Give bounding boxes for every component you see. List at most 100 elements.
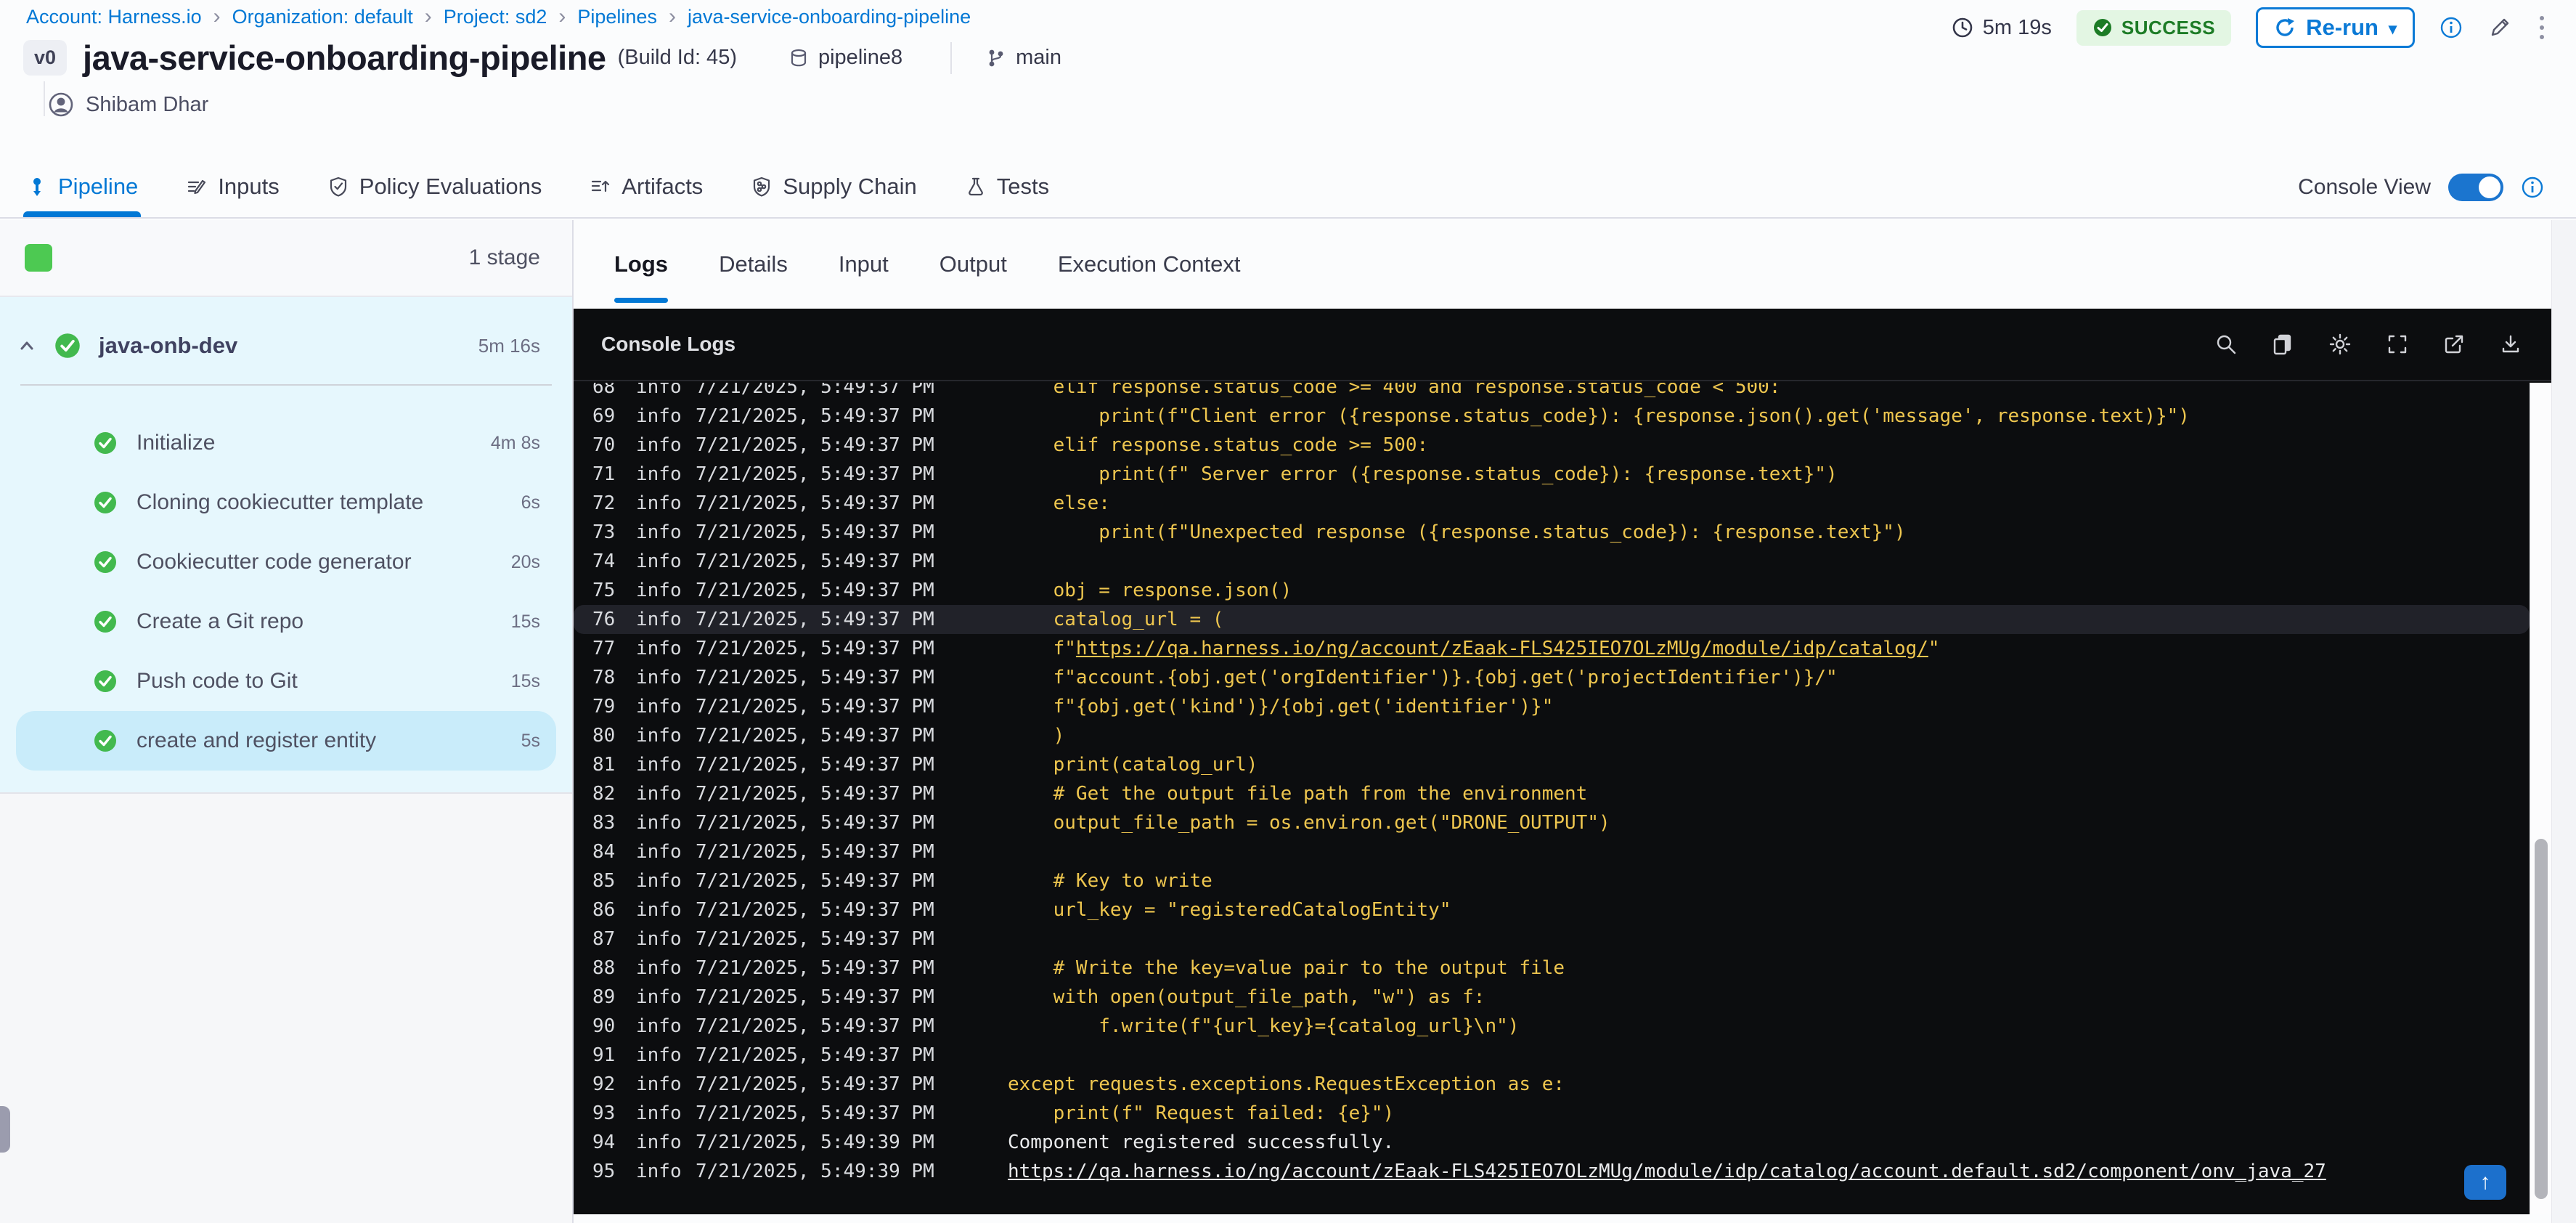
triggered-by: Shibam Dhar xyxy=(48,92,208,118)
console-scrollbar-thumb[interactable] xyxy=(2535,839,2548,1199)
breadcrumb-separator: › xyxy=(213,4,221,28)
duration-label: 5m 19s xyxy=(1982,15,2052,39)
breadcrumb-link[interactable]: Project: sd2 xyxy=(444,6,547,28)
log-message: Component registered successfully. xyxy=(1008,1131,1395,1153)
stage-row[interactable]: java-onb-dev 5m 16s xyxy=(0,313,572,378)
detail-tab-input[interactable]: Input xyxy=(839,220,889,309)
log-timestamp: 7/21/2025, 5:49:37 PM xyxy=(696,609,934,630)
log-timestamp: 7/21/2025, 5:49:37 PM xyxy=(696,1102,934,1124)
detail-tab-details[interactable]: Details xyxy=(719,220,788,309)
log-level: info xyxy=(636,957,682,979)
tab-label: Artifacts xyxy=(621,174,704,199)
rerun-button[interactable]: Re-run ▾ xyxy=(2256,7,2415,48)
log-line-91: 91 info 7/21/2025, 5:49:37 PM xyxy=(574,1041,2530,1070)
open-in-new-icon[interactable] xyxy=(2442,333,2466,356)
log-line-number: 79 xyxy=(592,696,616,718)
step-row-initialize[interactable]: Initialize 4m 8s xyxy=(0,413,572,473)
header-actions: 5m 19s SUCCESS Re-run ▾ xyxy=(1951,7,2547,48)
tab-artifacts[interactable]: Artifacts xyxy=(590,156,703,217)
log-timestamp: 7/21/2025, 5:49:37 PM xyxy=(696,492,934,514)
log-timestamp: 7/21/2025, 5:49:37 PM xyxy=(696,696,934,718)
divider xyxy=(44,81,45,116)
log-line-number: 72 xyxy=(592,492,616,514)
detail-tab-output[interactable]: Output xyxy=(939,220,1007,309)
log-timestamp: 7/21/2025, 5:49:37 PM xyxy=(696,383,934,398)
log-timestamp: 7/21/2025, 5:49:37 PM xyxy=(696,1073,934,1095)
pipeline-execution-page: Account: Harness.io › Organization: defaul… xyxy=(0,0,2576,1223)
tab-policy-evaluations[interactable]: Policy Evaluations xyxy=(327,156,542,217)
info-icon[interactable] xyxy=(2521,176,2544,199)
detail-tab-logs[interactable]: Logs xyxy=(614,220,669,309)
toggle-knob xyxy=(2479,176,2500,198)
log-line-number: 88 xyxy=(592,957,616,979)
breadcrumb-link[interactable]: Organization: default xyxy=(232,6,413,28)
breadcrumb-link[interactable]: java-service-onboarding-pipeline xyxy=(688,6,971,28)
breadcrumb: Account: Harness.io › Organization: defaul… xyxy=(26,4,971,29)
log-line-number: 92 xyxy=(592,1073,616,1095)
step-label: Create a Git repo xyxy=(136,609,304,633)
console-header: Console Logs xyxy=(574,309,2551,381)
edit-pencil-icon[interactable] xyxy=(2487,15,2512,40)
stage-status-square xyxy=(25,244,52,272)
tab-tests[interactable]: Tests xyxy=(965,156,1049,217)
status-badge: SUCCESS xyxy=(2076,9,2232,46)
log-timestamp: 7/21/2025, 5:49:37 PM xyxy=(696,580,934,601)
log-line-87: 87 info 7/21/2025, 5:49:37 PM xyxy=(574,925,2530,954)
artifacts-icon xyxy=(590,176,611,198)
log-line-number: 68 xyxy=(592,383,616,398)
log-timestamp: 7/21/2025, 5:49:37 PM xyxy=(696,434,934,456)
console-logs-panel: Console Logs 68 info 7/21/2025, 5:49:37 PM… xyxy=(574,309,2551,1214)
log-line-number: 94 xyxy=(592,1131,616,1153)
log-link[interactable]: https://qa.harness.io/ng/account/zEaak-F… xyxy=(1008,1161,2326,1182)
log-message: https://qa.harness.io/ng/account/zEaak-F… xyxy=(1008,1161,2326,1182)
log-level: info xyxy=(636,928,682,950)
branch-ref: main xyxy=(985,46,1061,70)
breadcrumb-link[interactable]: Pipelines xyxy=(577,6,657,28)
step-row-cookiecutter-code-generator[interactable]: Cookiecutter code generator 20s xyxy=(0,532,572,592)
log-level: info xyxy=(636,405,682,427)
step-duration: 5s xyxy=(521,730,540,751)
git-branch-icon xyxy=(985,47,1007,69)
kebab-menu-icon[interactable] xyxy=(2537,13,2547,42)
log-line-82: 82 info 7/21/2025, 5:49:37 PM # Get the ou… xyxy=(574,779,2530,808)
search-icon[interactable] xyxy=(2214,333,2238,356)
info-icon[interactable] xyxy=(2440,16,2463,39)
log-level: info xyxy=(636,521,682,543)
step-row-push-code-to-git[interactable]: Push code to Git 15s xyxy=(0,651,572,711)
chevron-up-icon[interactable] xyxy=(16,335,38,357)
settings-icon[interactable] xyxy=(2328,332,2352,357)
log-level: info xyxy=(636,841,682,863)
console-body: 68 info 7/21/2025, 5:49:37 PM elif respons… xyxy=(574,383,2530,1214)
log-timestamp: 7/21/2025, 5:49:37 PM xyxy=(696,667,934,688)
step-details-panel: Logs Details Input Output Execution Context … xyxy=(574,220,2551,1223)
copy-icon[interactable] xyxy=(2271,333,2294,356)
breadcrumb-link[interactable]: Account: Harness.io xyxy=(26,6,202,28)
log-line-number: 74 xyxy=(592,550,616,572)
step-row-create-a-git-repo[interactable]: Create a Git repo 15s xyxy=(0,592,572,651)
log-line-73: 73 info 7/21/2025, 5:49:37 PM print(f"Unex… xyxy=(574,518,2530,547)
console-view-toggle[interactable] xyxy=(2448,174,2503,201)
step-list: Initialize 4m 8s Cloning cookiecutter temp… xyxy=(0,386,572,792)
log-level: info xyxy=(636,725,682,747)
tab-inputs[interactable]: Inputs xyxy=(186,156,280,217)
step-row-create-and-register-entity[interactable]: create and register entity 5s xyxy=(16,711,556,771)
fullscreen-icon[interactable] xyxy=(2386,333,2409,356)
log-link[interactable]: https://qa.harness.io/ng/account/zEaak-F… xyxy=(1076,638,1928,659)
log-timestamp: 7/21/2025, 5:49:37 PM xyxy=(696,550,934,572)
download-icon[interactable] xyxy=(2499,333,2522,356)
log-line-89: 89 info 7/21/2025, 5:49:37 PM with open(ou… xyxy=(574,983,2530,1012)
header: Account: Harness.io › Organization: defaul… xyxy=(0,0,2576,156)
log-message: print(f" Server error ({response.status_… xyxy=(1008,463,1838,485)
drawer-handle[interactable] xyxy=(0,1106,10,1153)
detail-tab-execution-context[interactable]: Execution Context xyxy=(1058,220,1241,309)
log-rows: 68 info 7/21/2025, 5:49:37 PM elif respons… xyxy=(574,383,2530,1186)
log-message: else: xyxy=(1008,492,1110,514)
scroll-to-top-button[interactable]: ↑ xyxy=(2464,1165,2506,1200)
log-line-76: 76 info 7/21/2025, 5:49:37 PM catalog_url … xyxy=(574,605,2530,634)
step-row-cloning-cookiecutter-template[interactable]: Cloning cookiecutter template 6s xyxy=(0,473,572,532)
success-check-icon xyxy=(2092,17,2113,38)
log-line-71: 71 info 7/21/2025, 5:49:37 PM print(f" Ser… xyxy=(574,460,2530,489)
tab-supply-chain[interactable]: Supply Chain xyxy=(751,156,917,217)
tab-pipeline[interactable]: Pipeline xyxy=(23,156,142,217)
log-line-94: 94 info 7/21/2025, 5:49:39 PM Component reg… xyxy=(574,1128,2530,1157)
